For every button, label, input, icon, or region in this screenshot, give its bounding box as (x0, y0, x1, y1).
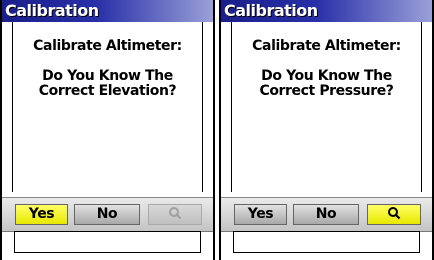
dialog-question: Do You Know The Correct Pressure? (232, 69, 421, 99)
dialog-question: Do You Know The Correct Elevation? (13, 69, 202, 99)
status-field (233, 231, 420, 253)
calibration-screen-elevation: Calibration Calibrate Altimeter: Do You … (0, 0, 215, 260)
dialog-content: Calibrate Altimeter: Do You Know The Cor… (231, 22, 422, 192)
question-line-2: Correct Pressure? (259, 83, 394, 99)
find-button[interactable] (367, 204, 421, 225)
no-button[interactable]: No (293, 204, 359, 225)
question-line-1: Do You Know The (42, 68, 173, 84)
question-line-1: Do You Know The (261, 68, 392, 84)
dialog-heading: Calibrate Altimeter: (33, 38, 182, 54)
status-field (14, 231, 201, 253)
yes-button[interactable]: Yes (234, 204, 287, 225)
no-button[interactable]: No (74, 204, 140, 225)
magnifier-icon (169, 207, 182, 220)
title-bar: Calibration (221, 0, 432, 22)
dialog-content: Calibrate Altimeter: Do You Know The Cor… (12, 22, 203, 192)
window-title: Calibration (224, 1, 318, 20)
dialog-heading: Calibrate Altimeter: (252, 38, 401, 54)
button-bar: Yes No (2, 197, 213, 232)
title-bar: Calibration (2, 0, 213, 22)
magnifier-icon (388, 207, 401, 220)
yes-button[interactable]: Yes (15, 204, 68, 225)
calibration-screen-pressure: Calibration Calibrate Altimeter: Do You … (219, 0, 434, 260)
window-title: Calibration (5, 1, 99, 20)
button-bar: Yes No (221, 197, 432, 232)
find-button[interactable] (148, 204, 202, 225)
question-line-2: Correct Elevation? (38, 83, 177, 99)
